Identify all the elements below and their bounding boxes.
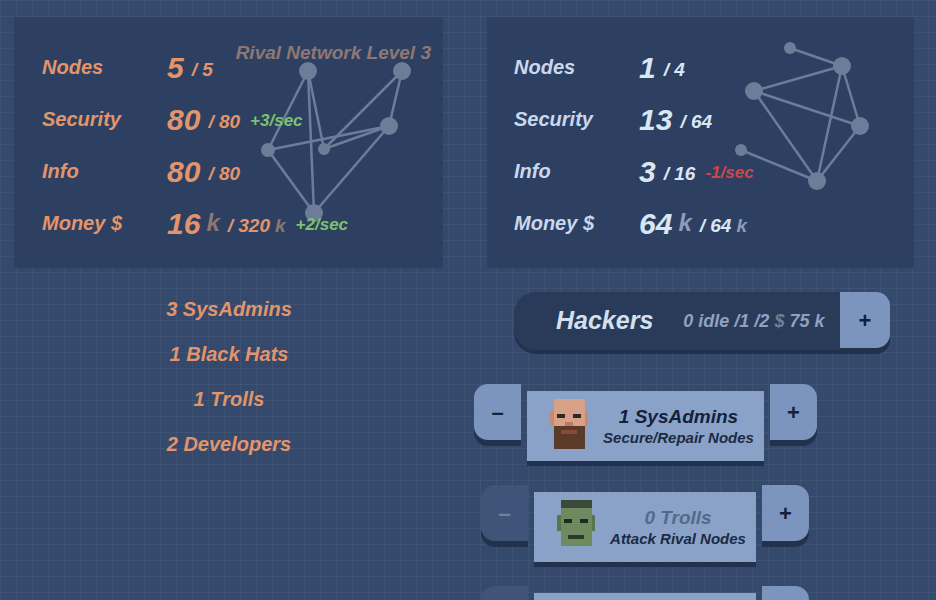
hackers-cost: 75 k [789, 311, 824, 331]
stat-row: Security13 / 64 [514, 93, 914, 145]
rival-level-title: Rival Network Level 3 [236, 39, 431, 68]
stat-value: 80 [167, 97, 200, 142]
hacker-card [534, 593, 756, 600]
stat-row: Nodes5 / 5 [42, 41, 443, 93]
remove-hacker-button[interactable] [481, 586, 528, 600]
hacker-label: 1 SysAdmins [619, 405, 738, 429]
hacker-row: –0 TrollsAttack Rival Nodes+ [481, 485, 890, 562]
stat-row: Security80 / 80 +3/sec [42, 93, 443, 145]
remove-hacker-button[interactable]: – [481, 485, 528, 541]
rival-hacker-list: 3 SysAdmins1 Black Hats1 Trolls2 Develop… [0, 268, 458, 600]
sysadmin-portrait-icon [541, 395, 597, 457]
stat-value: 64 [639, 201, 672, 246]
blackhat-portrait-icon [548, 597, 604, 600]
rival-hacker-count: 1 Trolls [194, 384, 265, 429]
rival-hacker-count: 2 Developers [167, 429, 292, 474]
add-hacker-button[interactable]: + [840, 292, 890, 348]
stat-max: / 16 [664, 160, 696, 189]
hackers-currency: $ [774, 311, 784, 331]
stat-value: 16 [167, 201, 200, 246]
stat-rate: +2/sec [296, 212, 348, 238]
stat-label: Nodes [42, 52, 167, 82]
stat-label: Info [514, 156, 639, 186]
stat-value: 3 [639, 149, 656, 194]
stat-max: / 80 [208, 108, 240, 137]
hackers-summary: 0 idle /1 /2 [683, 311, 769, 331]
hacker-row [481, 586, 890, 600]
hackers-title: Hackers [556, 302, 653, 340]
stat-max: / 320 [228, 212, 270, 241]
stat-value-unit: k [206, 205, 219, 241]
stat-max: / 64 [700, 212, 732, 241]
stat-value: 5 [167, 45, 184, 90]
rival-hacker-count: 3 SysAdmins [166, 294, 292, 339]
stat-row: Info3 / 16 -1/sec [514, 145, 914, 197]
stat-value-unit: k [678, 205, 691, 241]
stat-max: / 4 [664, 56, 685, 85]
stat-rate: -1/sec [705, 160, 753, 186]
stat-row: Info80 / 80 [42, 145, 443, 197]
hackers-bar: Hackers 0 idle /1 /2 $ 75 k [514, 292, 840, 350]
add-hacker-type-button[interactable]: + [762, 485, 809, 541]
stat-max-unit: k [736, 212, 747, 241]
stat-value: 1 [639, 45, 656, 90]
stat-label: Info [42, 156, 167, 186]
stat-max: / 80 [208, 160, 240, 189]
stat-value: 13 [639, 97, 672, 142]
add-hacker-type-button[interactable]: + [770, 384, 817, 440]
hacker-card: 1 SysAdminsSecure/Repair Nodes [527, 391, 764, 461]
rival-hacker-count: 1 Black Hats [170, 339, 289, 384]
stat-row: Nodes1 / 4 [514, 41, 914, 93]
stat-rate: +3/sec [250, 108, 302, 134]
stat-row: Money $64k/ 64k [514, 197, 914, 249]
add-hacker-type-button[interactable] [762, 586, 809, 600]
stat-label: Security [42, 104, 167, 134]
remove-hacker-button[interactable]: – [474, 384, 521, 440]
player-panel: Nodes1 / 4 Security13 / 64 Info3 / 16 -1/sec Mo… [487, 17, 914, 268]
stat-max-unit: k [275, 212, 286, 241]
stat-row: Money $16k/ 320k+2/sec [42, 197, 443, 249]
stat-label: Nodes [514, 52, 639, 82]
stat-max: / 64 [680, 108, 712, 137]
stat-max: / 5 [192, 56, 213, 85]
rival-panel: Rival Network Level 3 Nodes5 / 5 Security8… [14, 17, 443, 268]
hacker-description: Secure/Repair Nodes [603, 429, 754, 448]
troll-portrait-icon [548, 496, 604, 558]
stat-label: Security [514, 104, 639, 134]
stat-value: 80 [167, 149, 200, 194]
player-network-icon [732, 39, 872, 214]
hacker-label: 0 Trolls [644, 506, 711, 530]
stat-label: Money $ [42, 208, 167, 238]
hacker-row: –1 SysAdminsSecure/Repair Nodes+ [474, 384, 890, 461]
stat-label: Money $ [514, 208, 639, 238]
hacker-description: Attack Rival Nodes [610, 530, 746, 549]
hacker-card: 0 TrollsAttack Rival Nodes [534, 492, 756, 562]
